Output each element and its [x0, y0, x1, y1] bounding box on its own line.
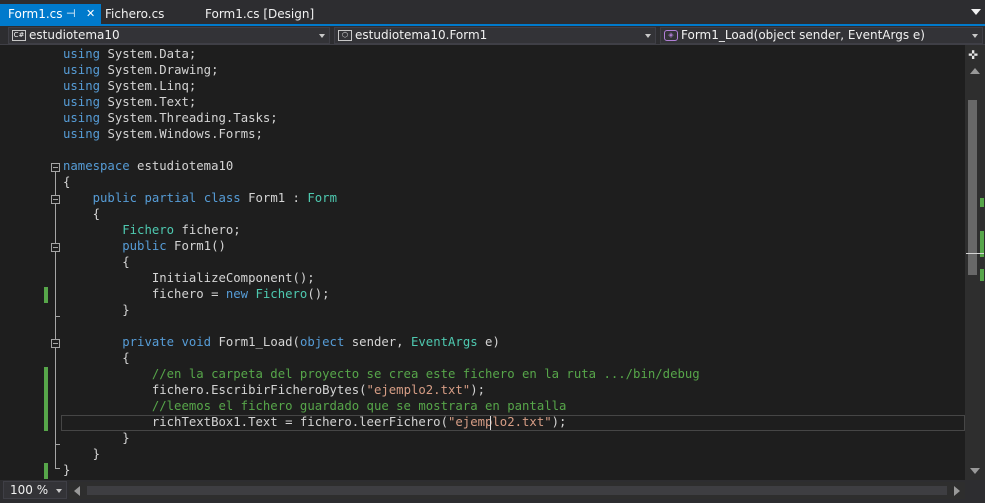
- member-dropdown-label: Form1_Load(object sender, EventArgs e): [681, 28, 925, 42]
- zoom-level: 100 %: [10, 483, 49, 497]
- code-line[interactable]: fichero = new Fichero();: [63, 286, 330, 302]
- code-line[interactable]: namespace estudiotema10: [63, 158, 233, 174]
- horizontal-scroll-thumb[interactable]: [87, 486, 947, 495]
- horizontal-scrollbar[interactable]: [69, 482, 965, 499]
- method-cube-icon: ◈: [664, 30, 678, 41]
- text-caret: [490, 416, 491, 430]
- tab-overflow-chevron-down-icon[interactable]: [971, 9, 981, 15]
- code-line[interactable]: }: [63, 462, 70, 478]
- chevron-down-icon: [56, 489, 62, 493]
- code-line[interactable]: {: [63, 206, 100, 222]
- scrollbar-change-marker: [980, 269, 984, 281]
- type-dropdown[interactable]: ⬡ estudiotema10.Form1: [334, 27, 656, 44]
- collapse-constructor-icon[interactable]: [51, 243, 60, 252]
- code-line[interactable]: {: [63, 254, 129, 270]
- scroll-left-arrow-icon[interactable]: [74, 486, 80, 496]
- vertical-scroll-thumb[interactable]: [968, 100, 977, 275]
- tab-label: Form1.cs [Design]: [205, 7, 315, 21]
- code-line[interactable]: InitializeComponent();: [63, 270, 315, 286]
- collapse-namespace-icon[interactable]: [51, 163, 60, 172]
- code-line[interactable]: {: [63, 350, 129, 366]
- code-line[interactable]: }: [63, 430, 129, 446]
- editor-bottom-bar: 100 %: [0, 480, 985, 503]
- collapse-method-icon[interactable]: [51, 339, 60, 348]
- code-line[interactable]: public Form1(): [63, 238, 226, 254]
- project-dropdown[interactable]: C# estudiotema10: [8, 27, 330, 44]
- tab-fichero-cs[interactable]: Fichero.cs: [105, 4, 164, 24]
- chevron-down-icon: [645, 34, 651, 38]
- outline-end: [55, 468, 60, 469]
- csharp-project-icon: C#: [12, 30, 26, 41]
- class-icon: ⬡: [338, 30, 352, 41]
- code-line[interactable]: using System.Data;: [63, 46, 196, 62]
- type-dropdown-label: estudiotema10.Form1: [355, 28, 488, 42]
- code-line[interactable]: }: [63, 446, 100, 462]
- code-line[interactable]: //leemos el fichero guardado que se most…: [63, 398, 567, 414]
- outline-end: [55, 444, 60, 445]
- scrollbar-change-marker: [980, 198, 984, 207]
- tab-form1-design[interactable]: Form1.cs [Design]: [205, 4, 314, 24]
- code-line[interactable]: {: [63, 174, 70, 190]
- code-line[interactable]: using System.Linq;: [63, 78, 196, 94]
- change-marker: [44, 367, 48, 431]
- outline-line: [55, 172, 56, 468]
- chevron-down-icon: [319, 34, 325, 38]
- code-line[interactable]: //en la carpeta del proyecto se crea est…: [63, 366, 700, 382]
- member-dropdown[interactable]: ◈ Form1_Load(object sender, EventArgs e): [660, 27, 983, 44]
- collapse-class-icon[interactable]: [51, 195, 60, 204]
- code-editor[interactable]: using System.Data; using System.Drawing;…: [0, 45, 965, 480]
- code-line[interactable]: using System.Text;: [63, 94, 196, 110]
- scrollbar-caret-marker: [966, 253, 984, 254]
- code-line[interactable]: fichero.EscribirFicheroBytes("ejemplo2.t…: [63, 382, 485, 398]
- glyph-margin: [0, 45, 40, 480]
- code-line[interactable]: private void Form1_Load(object sender, E…: [63, 334, 500, 350]
- project-dropdown-label: estudiotema10: [29, 28, 120, 42]
- chevron-down-icon: [972, 34, 978, 38]
- scroll-right-arrow-icon[interactable]: [954, 486, 960, 496]
- code-line[interactable]: using System.Windows.Forms;: [63, 126, 263, 142]
- navigation-bar: C# estudiotema10 ⬡ estudiotema10.Form1 ◈…: [0, 26, 985, 45]
- code-line[interactable]: Fichero fichero;: [63, 222, 240, 238]
- vertical-scrollbar[interactable]: ✜: [965, 45, 985, 480]
- change-marker: [44, 463, 48, 479]
- scroll-up-arrow-icon[interactable]: [970, 68, 980, 74]
- code-line[interactable]: using System.Threading.Tasks;: [63, 110, 278, 126]
- code-line[interactable]: }: [63, 302, 129, 318]
- close-icon[interactable]: ✕: [86, 4, 95, 24]
- change-marker: [44, 287, 48, 303]
- tab-label: Fichero.cs: [105, 7, 165, 21]
- tab-form1-cs[interactable]: Form1.cs ⊣ ✕: [0, 4, 101, 24]
- split-window-icon[interactable]: ✜: [968, 48, 978, 62]
- code-line[interactable]: public partial class Form1 : Form: [63, 190, 337, 206]
- document-tab-strip: Form1.cs ⊣ ✕ Fichero.cs Form1.cs [Design…: [0, 0, 985, 26]
- pin-icon[interactable]: ⊣: [66, 4, 76, 24]
- zoom-dropdown[interactable]: 100 %: [3, 481, 67, 499]
- tab-label: Form1.cs: [8, 7, 63, 21]
- scroll-down-arrow-icon[interactable]: [970, 468, 980, 474]
- outline-end: [55, 316, 60, 317]
- code-line[interactable]: using System.Drawing;: [63, 62, 219, 78]
